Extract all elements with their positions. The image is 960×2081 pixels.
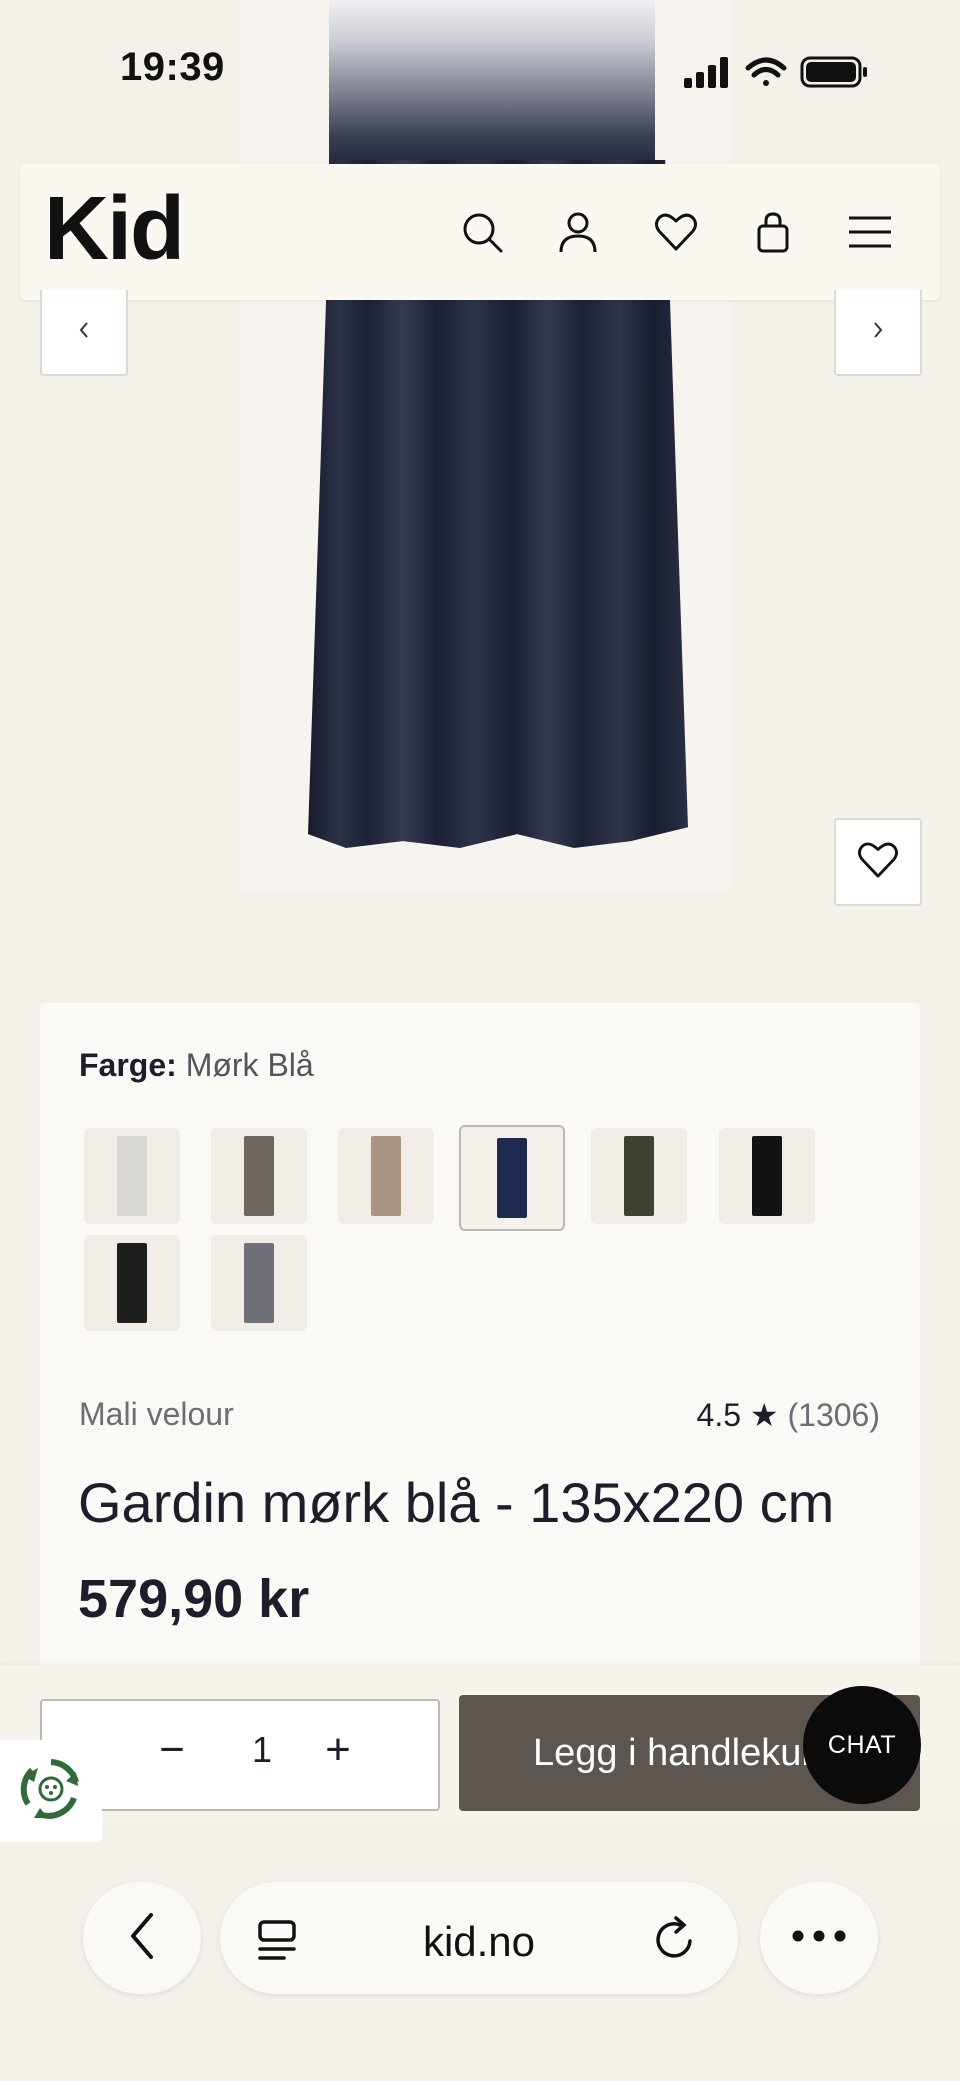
color-swatch[interactable]	[211, 1235, 307, 1331]
account-icon[interactable]	[550, 204, 606, 260]
eco-badge[interactable]	[0, 1740, 102, 1842]
rating-value: 4.5	[696, 1397, 742, 1433]
kid-logo[interactable]: Kid	[44, 178, 185, 281]
product-title: Gardin mørk blå - 135x220 cm	[78, 1471, 835, 1534]
reload-icon[interactable]	[652, 1914, 698, 1967]
wifi-icon	[745, 57, 787, 86]
prev-image-button[interactable]	[40, 290, 128, 376]
add-to-cart-label: Legg i handlekurv	[533, 1732, 833, 1774]
color-swatch[interactable]	[591, 1128, 687, 1224]
more-options-icon	[791, 1929, 847, 1948]
signal-icon	[684, 57, 728, 88]
cart-icon[interactable]	[745, 204, 801, 260]
browser-address-bar[interactable]: kid.no	[220, 1882, 738, 1994]
back-arrow-icon	[127, 1911, 157, 1966]
curtain-top	[329, 0, 655, 170]
swatch-curtain	[244, 1136, 274, 1216]
quantity-decrease-button[interactable]: −	[142, 1725, 202, 1775]
browser-more-button[interactable]	[760, 1882, 878, 1994]
menu-icon[interactable]	[842, 204, 898, 260]
favorite-button[interactable]	[834, 818, 922, 906]
color-swatch[interactable]	[84, 1235, 180, 1331]
search-icon[interactable]	[454, 204, 510, 260]
color-swatch[interactable]	[84, 1128, 180, 1224]
swatch-curtain	[752, 1136, 782, 1216]
product-brand[interactable]: Mali velour	[79, 1396, 234, 1433]
color-swatch[interactable]	[211, 1128, 307, 1224]
color-swatch[interactable]	[338, 1128, 434, 1224]
product-price: 579,90 kr	[78, 1569, 310, 1629]
chevron-right-icon	[870, 319, 886, 346]
color-swatch[interactable]	[459, 1125, 565, 1231]
browser-back-button[interactable]	[83, 1882, 201, 1994]
quantity-increase-button[interactable]: +	[308, 1725, 368, 1775]
site-header: Kid	[20, 164, 940, 300]
color-value: Mørk Blå	[185, 1047, 314, 1083]
swatch-curtain	[117, 1136, 147, 1216]
chevron-left-icon	[76, 319, 92, 346]
star-icon: ★	[749, 1397, 779, 1433]
wishlist-icon[interactable]	[648, 204, 704, 260]
color-selector-label: Farge: Mørk Blå	[79, 1047, 314, 1084]
battery-icon	[800, 56, 867, 88]
next-image-button[interactable]	[834, 290, 922, 376]
color-label: Farge:	[79, 1047, 177, 1083]
status-time: 19:39	[120, 45, 225, 89]
color-swatch[interactable]	[719, 1128, 815, 1224]
recycle-icon	[16, 1754, 86, 1829]
swatch-curtain	[497, 1138, 527, 1218]
product-image	[0, 0, 960, 1000]
swatch-curtain	[371, 1136, 401, 1216]
quantity-value[interactable]: 1	[232, 1729, 292, 1771]
product-rating[interactable]: 4.5 ★ (1306)	[697, 1396, 880, 1434]
heart-icon	[857, 841, 899, 884]
swatch-curtain	[117, 1243, 147, 1323]
chat-button[interactable]: CHAT	[803, 1686, 921, 1804]
swatch-curtain	[624, 1136, 654, 1216]
review-count: (1306)	[787, 1397, 881, 1433]
status-icons	[680, 52, 880, 97]
swatch-curtain	[244, 1243, 274, 1323]
